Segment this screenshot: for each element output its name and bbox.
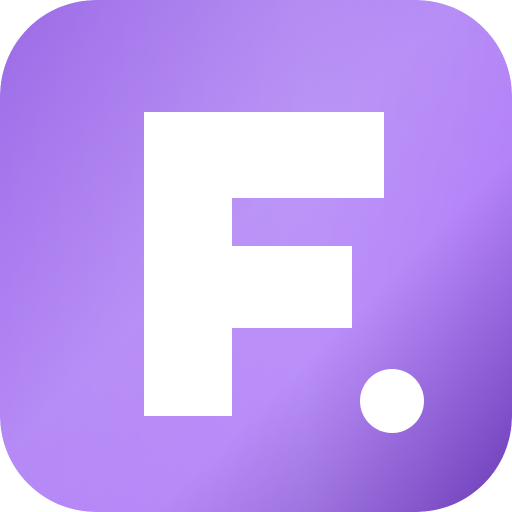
accent-dot <box>360 369 424 433</box>
app-icon[interactable] <box>0 0 512 512</box>
app-icon-svg <box>0 0 512 512</box>
